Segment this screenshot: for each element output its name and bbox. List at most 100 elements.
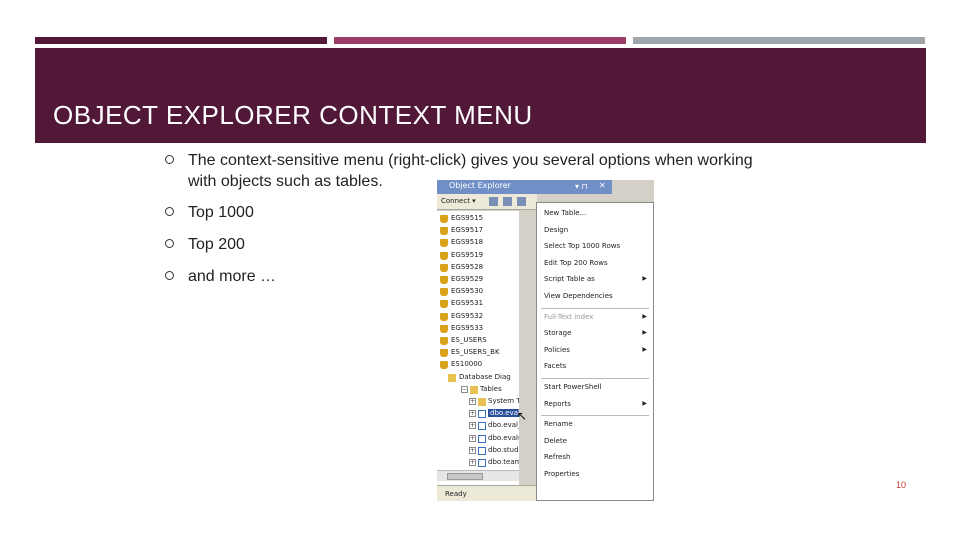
tree-node[interactable]: EGS9533 [437,323,519,335]
bullet-circle-icon [165,155,174,164]
context-menu-item-label: Delete [544,436,567,445]
database-icon [440,276,448,284]
context-menu-item[interactable]: Delete [537,434,653,449]
context-menu-item[interactable]: Reports ▶ [537,397,653,412]
tree-node[interactable]: + System Ta [437,396,519,408]
tree-node[interactable]: ES_USERS [437,335,519,347]
tree-node[interactable]: EGS9518 [437,237,519,249]
tree-node[interactable]: Database Diag [437,372,519,384]
context-menu-item[interactable]: Select Top 1000 Rows [537,239,653,254]
collapse-icon[interactable]: − [461,385,468,393]
table-icon [478,410,486,419]
context-menu-item[interactable]: Rename [537,417,653,432]
object-explorer-titlebar[interactable]: Object Explorer ▾ ⊓ ✕ [437,180,612,194]
bullet-text: Top 200 [188,236,245,253]
table-icon [478,446,486,455]
context-menu-item-label: Facets [544,362,567,371]
submenu-arrow-icon: ▶ [642,275,647,283]
object-explorer-screenshot: Object Explorer ▾ ⊓ ✕ Connect ▾ EGS9515 E… [437,180,654,501]
database-icon [440,349,448,358]
accent-bar-middle [334,37,626,44]
close-icon[interactable]: ✕ [599,181,606,190]
bullet-circle-icon [165,207,174,216]
accent-bar-right [633,37,925,44]
context-menu-item[interactable]: Policies ▶ [537,343,653,358]
tree-node-label: EGS9531 [451,299,484,308]
tree-node[interactable]: EGS9530 [437,286,519,298]
status-text: Ready [445,490,467,498]
tree-node-label: EGS9517 [451,226,484,235]
object-explorer-toolbar: Connect ▾ [437,194,537,210]
tree-node[interactable]: + dbo.eval_i [437,408,519,420]
context-menu-item-label: Select Top 1000 Rows [544,242,621,251]
tree-node-label: dbo.eval_i [488,409,519,418]
tree-node[interactable]: EGS9515 [437,213,519,225]
tree-node[interactable]: − Tables [437,384,519,396]
connect-button[interactable]: Connect ▾ [441,197,476,205]
context-menu-item[interactable]: Script Table as ▶ [537,272,653,287]
tree-node[interactable]: + dbo.teams [437,457,519,469]
tree-node-label: EGS9529 [451,275,484,283]
bullet-circle-icon [165,239,174,248]
horizontal-scrollbar[interactable] [437,470,519,481]
pin-icon[interactable]: ▾ ⊓ [575,182,588,191]
tree-node[interactable]: + dbo.evalu [437,433,519,445]
tree-node[interactable]: + dbo.eval_r [437,420,519,432]
tree-node[interactable]: ES10000 [437,359,519,371]
context-menu-item[interactable]: Start PowerShell [537,380,653,395]
context-menu-item[interactable]: Edit Top 200 Rows [537,256,653,271]
expand-icon[interactable]: + [469,422,476,430]
menu-separator [541,415,649,417]
context-menu-item-label: Design [544,225,569,234]
database-icon [440,337,448,345]
context-menu-item[interactable]: Design [537,223,653,238]
context-menu-item[interactable]: Full-Text index ▶ [537,310,653,325]
database-icon [440,251,448,260]
tree-node[interactable]: EGS9532 [437,311,519,323]
context-menu-item-label: Storage [544,329,572,338]
database-icon [440,324,448,333]
context-menu-item[interactable]: Properties [537,467,653,482]
submenu-arrow-icon: ▶ [642,399,647,407]
context-menu-item[interactable]: View Dependencies [537,289,653,304]
context-menu-item-label: Reports [544,399,571,408]
context-menu-item[interactable]: New Table... [537,206,653,221]
context-menu-item-label: Refresh [544,453,571,462]
tree-node-label: Tables [480,384,502,393]
tree-node[interactable]: EGS9529 [437,274,519,286]
tree-node-label: EGS9515 [451,214,484,222]
tree-node[interactable]: EGS9531 [437,298,519,310]
expand-icon[interactable]: + [469,434,476,442]
filter-icon[interactable] [517,197,526,206]
context-menu-item-label: Script Table as [544,275,595,284]
submenu-arrow-icon: ▶ [642,329,647,337]
tree-node[interactable]: + dbo.stude [437,445,519,457]
expand-icon[interactable]: + [469,410,476,418]
context-menu-item[interactable]: Facets [537,359,653,374]
page-number: 10 [896,480,907,490]
disconnect-icon[interactable] [503,197,512,206]
database-icon [440,239,448,248]
tree-node[interactable]: EGS9517 [437,225,519,237]
status-bar: Ready [437,485,536,501]
tree-node[interactable]: EGS9519 [437,250,519,262]
database-icon [440,288,448,297]
connect-icon[interactable] [489,197,498,206]
submenu-arrow-icon: ▶ [642,345,647,353]
tree-node-label: ES10000 [451,360,483,369]
scrollbar-thumb[interactable] [447,473,483,480]
context-menu-item[interactable]: Storage ▶ [537,326,653,341]
table-icon [478,422,486,431]
context-menu-item[interactable]: Refresh [537,450,653,465]
context-menu-item-label: New Table... [544,209,587,217]
tree-node-label: Database Diag [459,372,511,381]
object-explorer-title: Object Explorer [449,181,511,190]
expand-icon[interactable]: + [469,459,476,466]
tree-node[interactable]: EGS9528 [437,262,519,274]
expand-icon[interactable]: + [469,446,476,454]
context-menu-item-label: Policies [544,345,570,354]
object-explorer-tree: EGS9515 EGS9517 EGS9518 EGS9519 EGS9528 EGS95… [437,211,519,489]
tree-node[interactable]: ES_USERS_BK [437,347,519,359]
expand-icon[interactable]: + [469,398,476,405]
context-menu-item-label: Start PowerShell [544,383,602,391]
